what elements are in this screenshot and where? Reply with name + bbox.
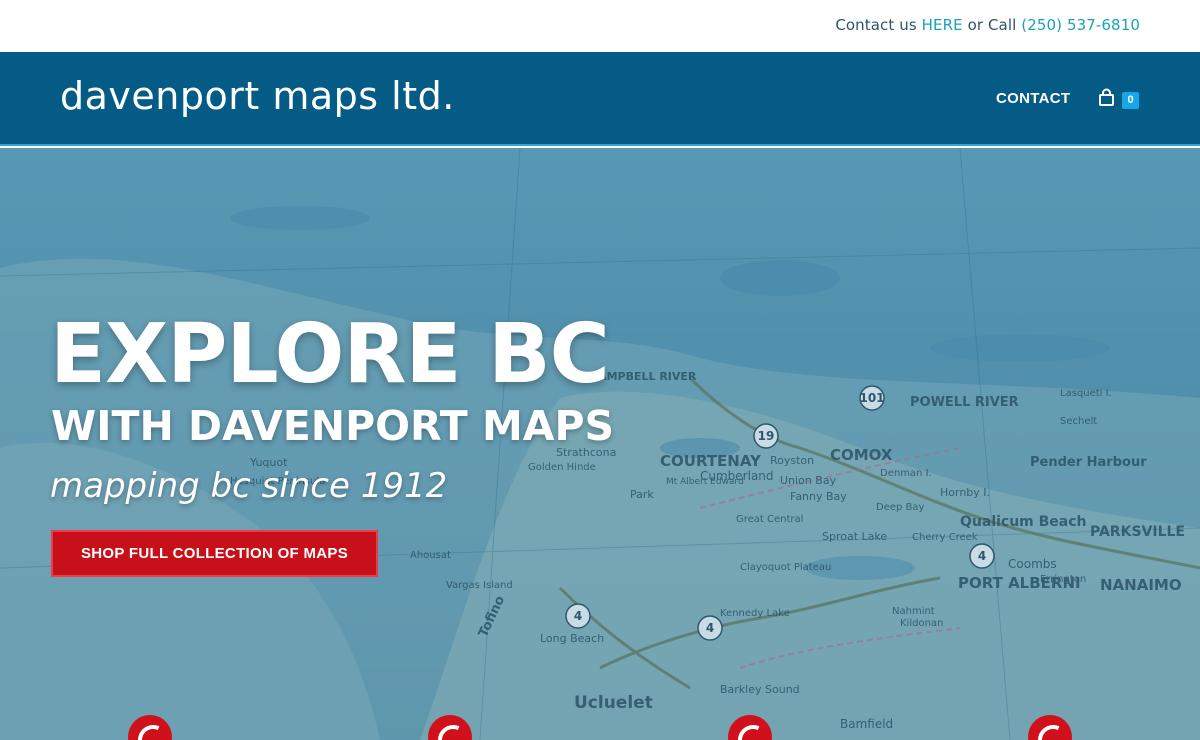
- contact-prefix: Contact us: [835, 16, 922, 34]
- contact-middle: or Call: [962, 16, 1022, 34]
- shop-collection-button[interactable]: SHOP FULL COLLECTION OF MAPS: [51, 530, 378, 577]
- nav-contact-link[interactable]: CONTACT: [996, 90, 1070, 107]
- hero-tagline: mapping bc since 1912: [50, 466, 448, 506]
- top-contact-bar: Contact us HERE or Call (250) 537-6810: [0, 0, 1200, 52]
- hero-section: 4 4 19 101 4 CAMPBELL RIVER POWELL RIVER…: [0, 148, 1200, 740]
- phone-link[interactable]: (250) 537-6810: [1021, 16, 1140, 34]
- hero-title: EXPLORE BC: [50, 307, 610, 402]
- contact-line: Contact us HERE or Call (250) 537-6810: [835, 16, 1140, 34]
- contact-here-link[interactable]: HERE: [922, 16, 963, 34]
- hero-subtitle: WITH DAVENPORT MAPS: [51, 402, 615, 450]
- site-header: davenport maps ltd. CONTACT 0: [0, 52, 1200, 146]
- shopping-bag-icon: [1099, 88, 1114, 106]
- site-logo[interactable]: davenport maps ltd.: [60, 74, 455, 118]
- cart-button[interactable]: 0: [1098, 88, 1142, 112]
- cart-count-badge: 0: [1122, 92, 1139, 109]
